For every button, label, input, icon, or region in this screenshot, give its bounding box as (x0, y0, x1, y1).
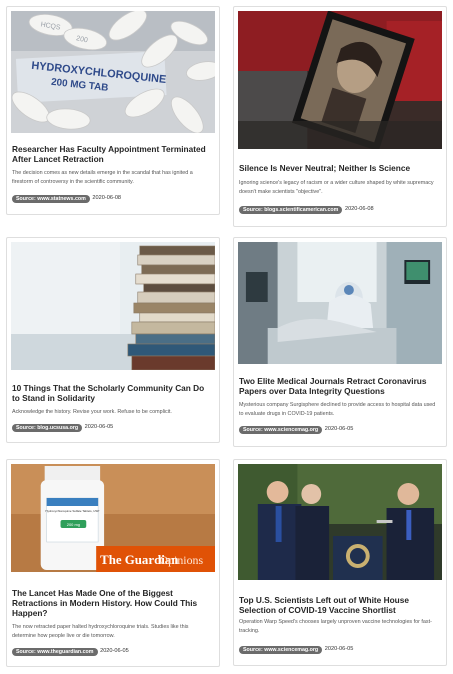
source-badge[interactable]: Source: blog.ucsusa.org (12, 423, 83, 432)
svg-text:200 mg: 200 mg (67, 522, 80, 527)
source-badge[interactable]: Source: www.statnews.com (12, 194, 90, 203)
article-meta: Source: www.theguardian.com 2020-06-05 (12, 647, 215, 656)
article-image-stacked-books[interactable] (11, 242, 215, 370)
svg-text:Opinions: Opinions (160, 553, 204, 567)
article-card-3[interactable]: 10 Things That the Scholarly Community C… (6, 237, 220, 443)
article-image-hospital-icu[interactable] (238, 242, 442, 364)
article-date: 2020-06-08 (344, 206, 374, 212)
article-meta: Source: www.sciencemag.org 2020-06-05 (239, 425, 442, 434)
source-badge[interactable]: Source: www.sciencemag.org (239, 645, 323, 654)
article-description: Acknowledge the history. Revise your wor… (12, 409, 172, 415)
article-date: 2020-06-05 (324, 646, 354, 652)
article-description: Mysterious company Surgisphere declined … (239, 402, 436, 417)
source-badge[interactable]: Source: www.theguardian.com (12, 647, 98, 656)
article-meta: Source: blogs.scientificamerican.com 202… (239, 205, 442, 214)
article-description: The decision comes as new details emerge… (12, 170, 193, 185)
article-title[interactable]: Two Elite Medical Journals Retract Coron… (239, 376, 440, 396)
article-card-2[interactable]: Silence Is Never Neutral; Neither Is Sci… (233, 6, 447, 227)
article-meta: Source: blog.ucsusa.org 2020-06-05 (12, 423, 215, 432)
article-title[interactable]: Top U.S. Scientists Left out of White Ho… (239, 595, 440, 615)
article-image-guardian-pill-bottle[interactable]: 200 mg Hydroxychloroquine Sulfate Tablet… (11, 464, 215, 572)
article-card-6[interactable]: Top U.S. Scientists Left out of White Ho… (233, 459, 447, 666)
source-badge[interactable]: Source: blogs.scientificamerican.com (239, 205, 343, 214)
article-image-white-house-press[interactable] (238, 464, 442, 580)
article-description: The now retracted paper halted hydroxych… (12, 624, 189, 639)
article-card-4[interactable]: Two Elite Medical Journals Retract Coron… (233, 237, 447, 447)
article-title[interactable]: Silence Is Never Neutral; Neither Is Sci… (239, 163, 440, 173)
article-description: Operation Warp Speed's chooses largely u… (239, 619, 432, 634)
article-card-5[interactable]: 200 mg Hydroxychloroquine Sulfate Tablet… (6, 459, 220, 667)
article-meta: Source: www.statnews.com 2020-06-08 (12, 194, 215, 203)
article-title[interactable]: 10 Things That the Scholarly Community C… (12, 383, 213, 403)
article-title[interactable]: The Lancet Has Made One of the Biggest R… (12, 588, 213, 618)
article-date: 2020-06-05 (100, 648, 129, 654)
article-date: 2020-06-05 (84, 424, 114, 430)
article-image-hydroxychloroquine-pills[interactable]: HYDROXYCHLOROQUINE 200 MG TAB HCQS 200 (11, 11, 215, 133)
article-date: 2020-06-08 (92, 195, 122, 201)
article-meta: Source: www.sciencemag.org 2020-06-05 (239, 645, 442, 654)
source-badge[interactable]: Source: www.sciencemag.org (239, 425, 323, 434)
article-image-framed-portrait[interactable] (238, 11, 442, 149)
article-date: 2020-06-05 (324, 426, 354, 432)
article-description: Ignoring science's legacy of racism or a… (239, 180, 434, 195)
article-title[interactable]: Researcher Has Faculty Appointment Termi… (12, 144, 213, 164)
svg-text:Hydroxychloroquine Sulfate Tab: Hydroxychloroquine Sulfate Tablets, USP (45, 509, 99, 513)
article-card-1[interactable]: HYDROXYCHLOROQUINE 200 MG TAB HCQS 200 R… (6, 6, 220, 215)
